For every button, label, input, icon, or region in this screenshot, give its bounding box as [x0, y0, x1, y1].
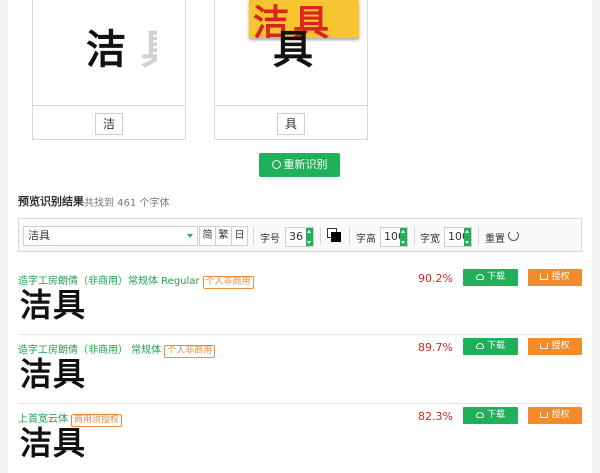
- preview-text-input[interactable]: 洁具: [23, 226, 198, 246]
- toolbar-divider: [478, 227, 479, 245]
- search-icon: [271, 160, 281, 169]
- color-swatch-front: [331, 232, 341, 242]
- toolbar-divider: [414, 227, 415, 245]
- char-crop-glyph: 洁: [86, 27, 126, 73]
- color-swatch-icon[interactable]: [327, 228, 341, 242]
- char-width-label: 字宽: [420, 234, 440, 245]
- font-result-row: 造字工房朗倩（非商用） 常规体 个人非商用 89.7% 下载 授权 洁具: [18, 336, 582, 404]
- refresh-icon[interactable]: [508, 230, 519, 241]
- cart-icon: [540, 274, 549, 280]
- font-size-spinner-icon[interactable]: [306, 228, 313, 246]
- license-button[interactable]: 授权: [528, 269, 582, 286]
- japanese-button[interactable]: 日: [231, 226, 248, 246]
- char-crop-glyph: 具: [273, 27, 313, 73]
- font-size-value: 36: [289, 230, 303, 243]
- char-crop-image-1: 洁 具: [33, 0, 185, 106]
- download-label: 下载: [486, 272, 505, 282]
- results-count: 共找到 461 个字体: [84, 198, 170, 209]
- license-tag: 个人非商用: [202, 276, 254, 289]
- font-size-stepper[interactable]: 36: [285, 227, 314, 247]
- match-percent: 90.2%: [418, 272, 453, 285]
- match-percent: 89.7%: [418, 341, 453, 354]
- license-tag: 个人非商用: [164, 345, 216, 358]
- char-height-label: 字高: [356, 234, 376, 245]
- license-label: 授权: [551, 272, 570, 282]
- char-width-stepper[interactable]: 100: [444, 227, 472, 247]
- font-preview[interactable]: 洁具: [20, 287, 86, 323]
- char-height-stepper[interactable]: 100: [380, 227, 408, 247]
- re-recognize-label: 重新识别: [283, 158, 328, 171]
- download-button[interactable]: 下载: [463, 338, 518, 355]
- match-percent: 82.3%: [418, 410, 453, 423]
- char-crop-faded-glyph: 具: [141, 30, 157, 70]
- cloud-download-icon: [475, 412, 484, 418]
- font-preview[interactable]: 洁具: [20, 356, 86, 392]
- cart-icon: [540, 412, 549, 418]
- download-button[interactable]: 下载: [463, 269, 518, 286]
- license-button[interactable]: 授权: [528, 407, 582, 424]
- preview-toolbar: 洁具 简 繁 日 字号 36 字高 100 字宽 100 重置: [18, 218, 582, 252]
- license-label: 授权: [551, 410, 570, 420]
- font-preview[interactable]: 洁具: [20, 425, 86, 461]
- license-button[interactable]: 授权: [528, 338, 582, 355]
- font-result-row: 上首宽云体 商用须授权 82.3% 下载 授权 洁具: [18, 405, 582, 473]
- simplified-button[interactable]: 简: [199, 226, 216, 246]
- char-height-spinner-icon[interactable]: [400, 228, 407, 246]
- preview-text-value: 洁具: [28, 229, 50, 242]
- char-width-spinner-icon[interactable]: [464, 228, 471, 246]
- re-recognize-button[interactable]: 重新识别: [259, 153, 340, 177]
- content-panel: 洁 具 洁 洁具 具 具 重新识别 预览识别结果 共找到 461 个字体 洁具: [8, 0, 592, 473]
- toolbar-divider: [349, 227, 350, 245]
- cloud-download-icon: [475, 343, 484, 349]
- recognized-char-card-2: 洁具 具 具: [214, 0, 368, 140]
- results-title: 预览识别结果: [18, 195, 84, 208]
- char-select-box-2[interactable]: 具: [277, 113, 305, 135]
- font-result-row: 造字工房朗倩（非商用）常规体 Regular 个人非商用 90.2% 下载 授权 …: [18, 267, 582, 335]
- license-label: 授权: [551, 341, 570, 351]
- cart-icon: [540, 343, 549, 349]
- cloud-download-icon: [475, 274, 484, 280]
- reset-label[interactable]: 重置: [485, 230, 505, 245]
- dropdown-caret-icon[interactable]: [187, 234, 193, 238]
- toolbar-divider: [320, 227, 321, 245]
- download-label: 下载: [486, 341, 505, 351]
- char-select-box-1[interactable]: 洁: [95, 113, 123, 135]
- toolbar-divider: [253, 227, 254, 245]
- traditional-button[interactable]: 繁: [215, 226, 232, 246]
- download-button[interactable]: 下载: [463, 407, 518, 424]
- page: 洁 具 洁 洁具 具 具 重新识别 预览识别结果 共找到 461 个字体 洁具: [0, 0, 600, 473]
- recognized-char-card-1: 洁 具 洁: [32, 0, 186, 140]
- download-label: 下载: [486, 410, 505, 420]
- font-size-label: 字号: [260, 234, 280, 245]
- char-crop-image-2: 洁具 具: [215, 0, 367, 106]
